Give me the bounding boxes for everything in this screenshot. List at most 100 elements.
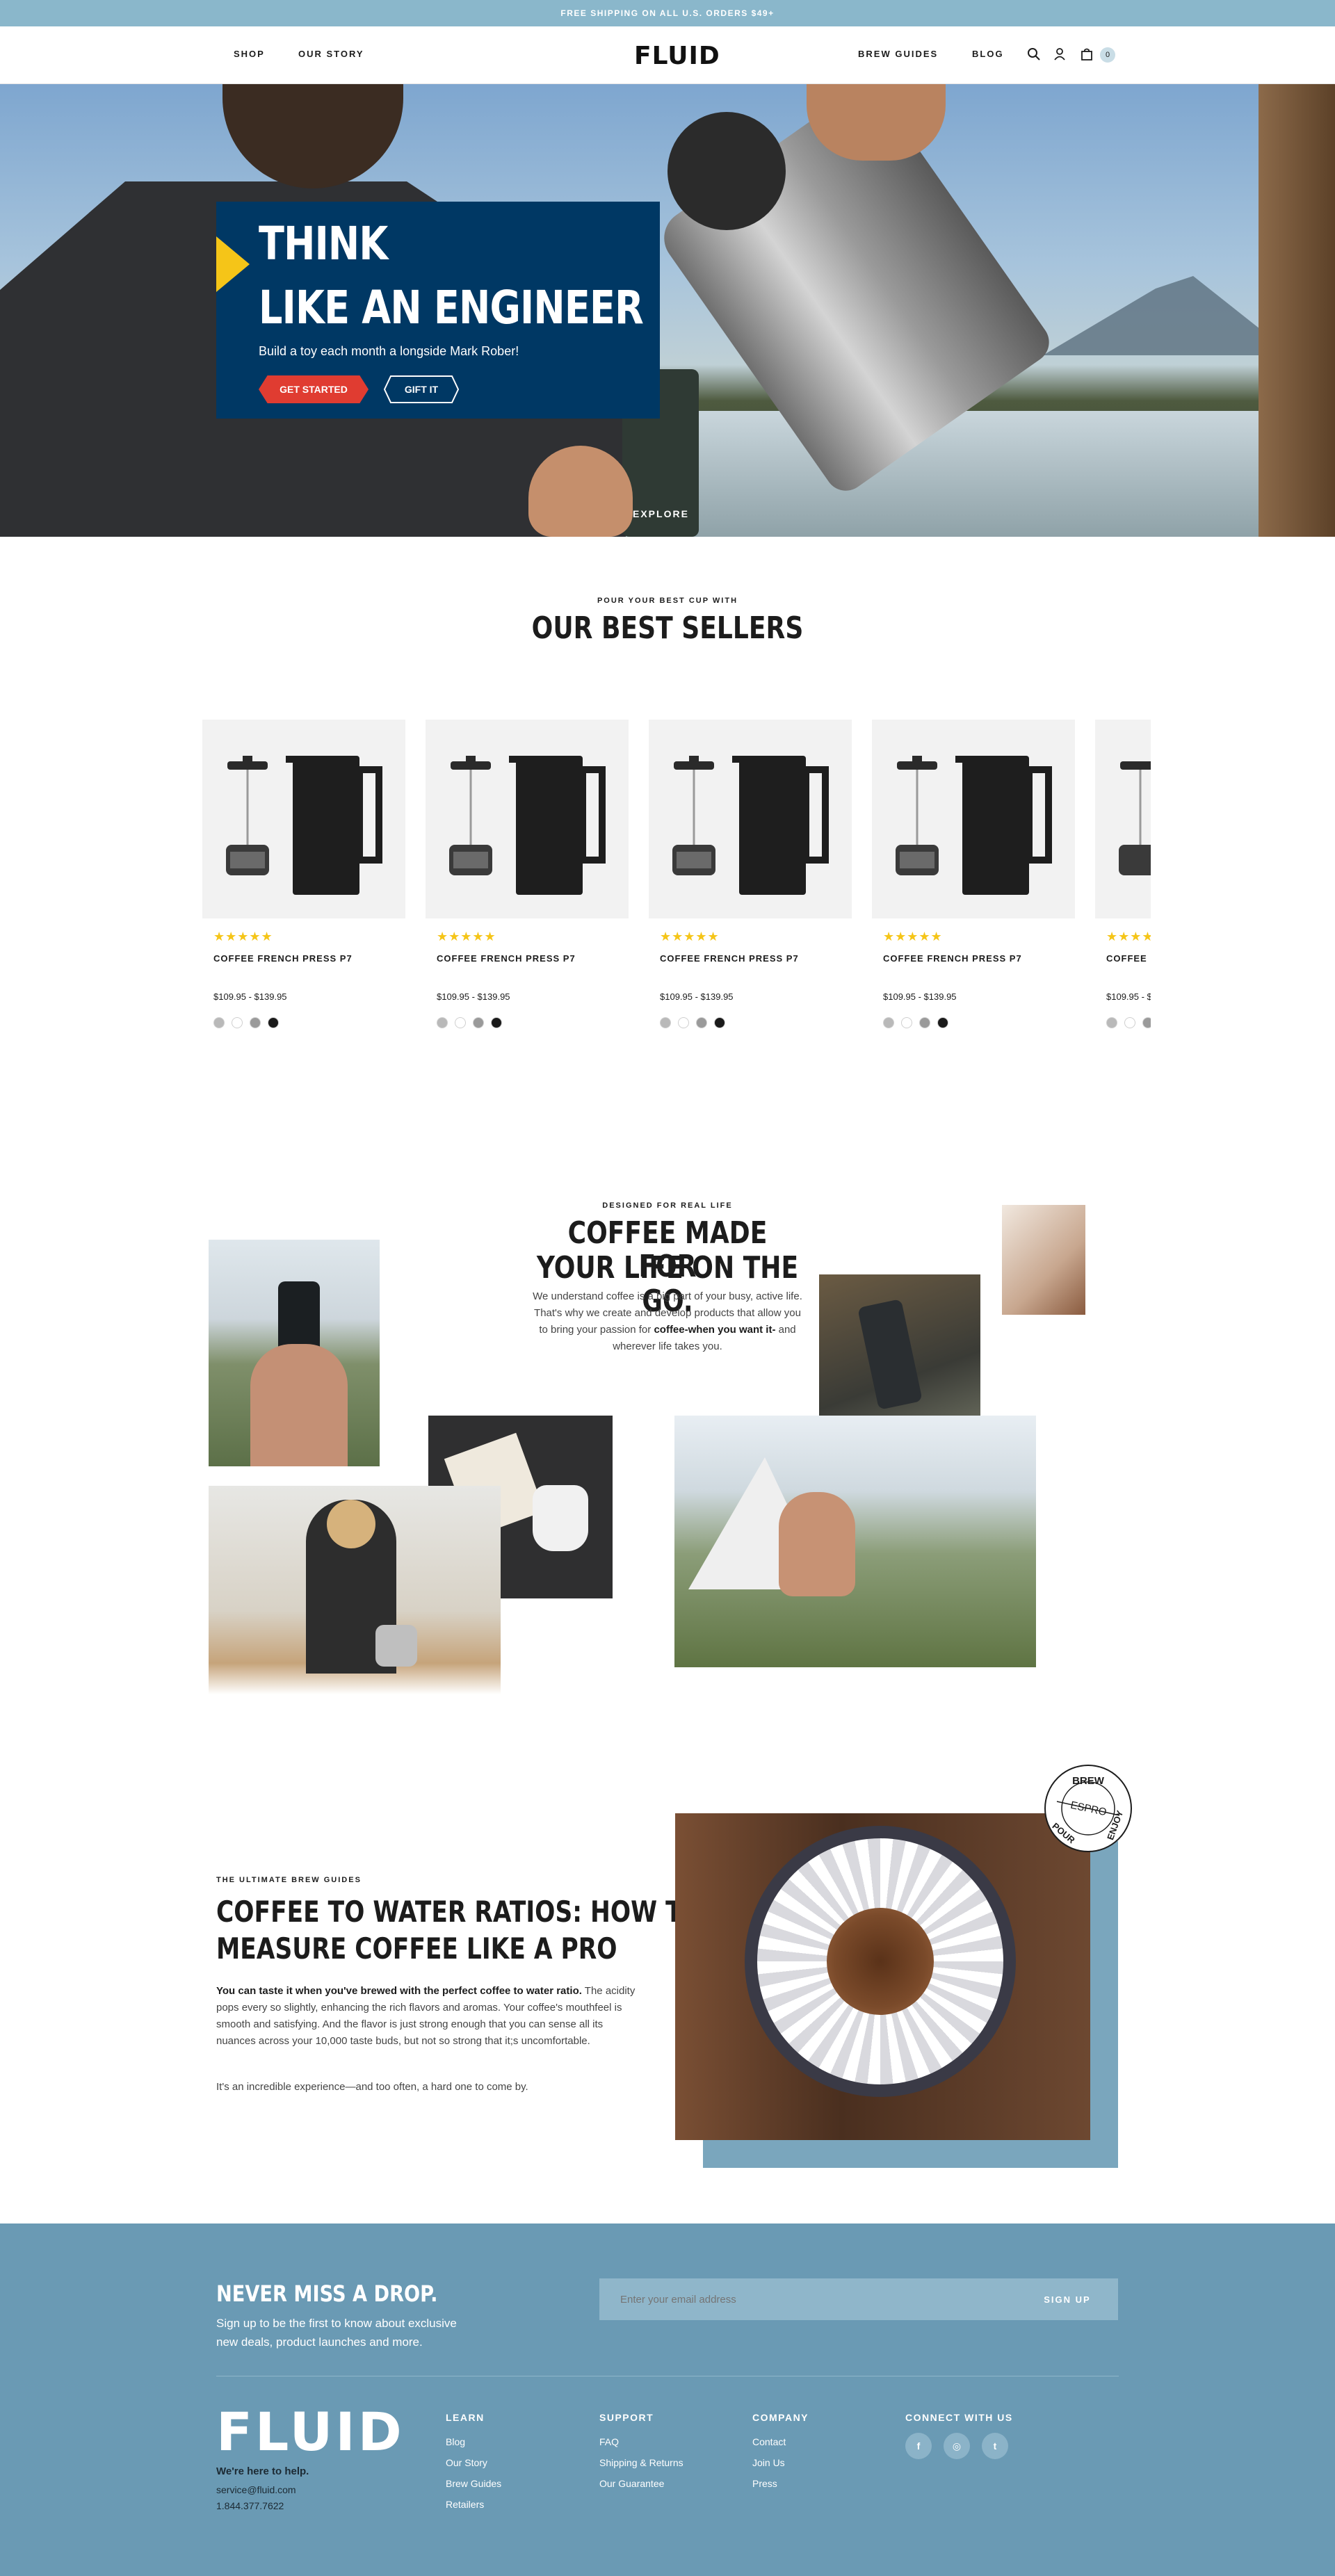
nav-brew-guides[interactable]: BREW GUIDES <box>858 49 938 59</box>
product-name[interactable]: COFFEE FRENCH PRESS P7 <box>1106 953 1151 964</box>
chair <box>1259 84 1335 537</box>
hero-subtitle: Build a toy each month a longside Mark R… <box>259 344 519 358</box>
swatch-gray[interactable] <box>660 1017 671 1028</box>
product-name[interactable]: COFFEE FRENCH PRESS P7 <box>437 953 576 964</box>
pour-over-filter-photo <box>675 1813 1090 2140</box>
footer-link-brew-guides[interactable]: Brew Guides <box>446 2478 501 2489</box>
footer-link-join-us[interactable]: Join Us <box>752 2457 785 2468</box>
product-card[interactable]: ★★★★★ COFFEE FRENCH PRESS P7 $109.95 - $… <box>872 720 1075 1028</box>
footer-col-support-title: SUPPORT <box>599 2412 654 2423</box>
mug <box>857 1298 923 1411</box>
facebook-icon[interactable]: f <box>905 2433 932 2459</box>
nav-our-story[interactable]: OUR STORY <box>298 49 364 59</box>
footer-link-shipping-returns[interactable]: Shipping & Returns <box>599 2457 683 2468</box>
rating-stars: ★★★★★ <box>1106 930 1151 943</box>
user-icon[interactable] <box>1051 45 1069 63</box>
explore-link[interactable]: EXPLORE <box>633 508 689 519</box>
product-image[interactable] <box>202 720 405 918</box>
swatch-black[interactable] <box>491 1017 502 1028</box>
rating-stars: ★★★★★ <box>213 930 273 943</box>
brew-guide-title[interactable]: COFFEE TO WATER RATIOS: HOW TO MEASURE C… <box>216 1894 702 1967</box>
brew-guide-title-line2: MEASURE COFFEE LIKE A PRO <box>216 1931 617 1966</box>
search-icon[interactable] <box>1025 45 1043 63</box>
swatch-silver[interactable] <box>1142 1017 1151 1028</box>
newsletter-title: NEVER MISS A DROP. <box>216 2281 438 2307</box>
footer-phone[interactable]: 1.844.377.7622 <box>216 2500 284 2511</box>
footer-link-faq[interactable]: FAQ <box>599 2436 619 2447</box>
color-swatches <box>213 1017 279 1028</box>
real-life-eyebrow: DESIGNED FOR REAL LIFE <box>602 1201 733 1210</box>
hero-title-line1: THINK <box>259 217 388 270</box>
footer-link-contact[interactable]: Contact <box>752 2436 786 2447</box>
footer-link-our-guarantee[interactable]: Our Guarantee <box>599 2478 664 2489</box>
nav-shop[interactable]: SHOP <box>234 49 265 59</box>
swatch-gray[interactable] <box>1106 1017 1117 1028</box>
swatch-white[interactable] <box>901 1017 912 1028</box>
lake <box>626 411 1335 537</box>
newsletter-text-line1: Sign up to be the first to know about ex… <box>216 2317 457 2330</box>
footer-col-learn-title: LEARN <box>446 2412 485 2423</box>
swatch-white[interactable] <box>678 1017 689 1028</box>
logo[interactable]: FLUID <box>634 42 720 70</box>
footer-email[interactable]: service@fluid.com <box>216 2484 296 2495</box>
cart-icon[interactable] <box>1078 45 1096 63</box>
product-card[interactable]: ★★★★★ COFFEE FRENCH PRESS P7 $109.95 - $… <box>1095 720 1151 1028</box>
color-swatches <box>1106 1017 1151 1028</box>
color-swatches <box>660 1017 725 1028</box>
product-image[interactable] <box>1095 720 1151 918</box>
french-press-lid <box>668 112 786 230</box>
product-image[interactable] <box>872 720 1075 918</box>
swatch-white[interactable] <box>455 1017 466 1028</box>
rating-stars: ★★★★★ <box>437 930 496 943</box>
product-card[interactable]: ★★★★★ COFFEE FRENCH PRESS P7 $109.95 - $… <box>202 720 405 1028</box>
email-input[interactable] <box>599 2278 1017 2320</box>
product-name[interactable]: COFFEE FRENCH PRESS P7 <box>213 953 353 964</box>
pour-over-photo <box>1002 1205 1085 1315</box>
footer-link-press[interactable]: Press <box>752 2478 777 2489</box>
product-card[interactable]: ★★★★★ COFFEE FRENCH PRESS P7 $109.95 - $… <box>649 720 852 1028</box>
coffee-pot <box>533 1485 588 1551</box>
swatch-black[interactable] <box>937 1017 948 1028</box>
hair <box>327 1500 375 1548</box>
product-name[interactable]: COFFEE FRENCH PRESS P7 <box>660 953 799 964</box>
swatch-gray[interactable] <box>883 1017 894 1028</box>
twitter-icon[interactable]: t <box>982 2433 1008 2459</box>
swatch-silver[interactable] <box>919 1017 930 1028</box>
footer-link-our-story[interactable]: Our Story <box>446 2457 487 2468</box>
newsletter-form: SIGN UP <box>599 2278 1118 2320</box>
swatch-silver[interactable] <box>473 1017 484 1028</box>
swatch-black[interactable] <box>268 1017 279 1028</box>
cart-count-badge: 0 <box>1100 47 1115 63</box>
instagram-icon[interactable]: ◎ <box>944 2433 970 2459</box>
footer-logo[interactable]: FLUID <box>216 2406 405 2458</box>
product-card[interactable]: ★★★★★ COFFEE FRENCH PRESS P7 $109.95 - $… <box>426 720 629 1028</box>
kitchen-pour-photo <box>209 1486 501 1694</box>
swatch-white[interactable] <box>232 1017 243 1028</box>
announcement-text: FREE SHIPPING ON ALL U.S. ORDERS $49+ <box>560 8 775 18</box>
nav-blog[interactable]: BLOG <box>972 49 1004 59</box>
swatch-white[interactable] <box>1124 1017 1135 1028</box>
footer-link-blog[interactable]: Blog <box>446 2436 465 2447</box>
swatch-silver[interactable] <box>696 1017 707 1028</box>
footer-link-retailers[interactable]: Retailers <box>446 2499 484 2510</box>
rating-stars: ★★★★★ <box>660 930 720 943</box>
gift-it-button[interactable]: GIFT IT <box>384 375 459 403</box>
swatch-black[interactable] <box>714 1017 725 1028</box>
sign-up-button[interactable]: SIGN UP <box>1017 2278 1118 2320</box>
coffee-grounds <box>827 1908 934 2015</box>
hero-banner <box>0 84 1335 537</box>
product-image[interactable] <box>649 720 852 918</box>
swatch-gray[interactable] <box>213 1017 225 1028</box>
footer-tagline: We're here to help. <box>216 2465 309 2477</box>
get-started-button[interactable]: GET STARTED <box>259 375 369 403</box>
bottle-in-hand-photo <box>209 1240 380 1466</box>
brew-guide-para1: You can taste it when you've brewed with… <box>216 1983 640 2050</box>
product-price: $109.95 - $139.95 <box>437 991 510 1002</box>
hero-title-line2: LIKE AN ENGINEER <box>259 281 644 334</box>
swatch-silver[interactable] <box>250 1017 261 1028</box>
product-image[interactable] <box>426 720 629 918</box>
product-name[interactable]: COFFEE FRENCH PRESS P7 <box>883 953 1022 964</box>
site-footer: NEVER MISS A DROP. Sign up to be the fir… <box>0 2223 1335 2576</box>
swatch-gray[interactable] <box>437 1017 448 1028</box>
footer-col-company-title: COMPANY <box>752 2412 809 2423</box>
